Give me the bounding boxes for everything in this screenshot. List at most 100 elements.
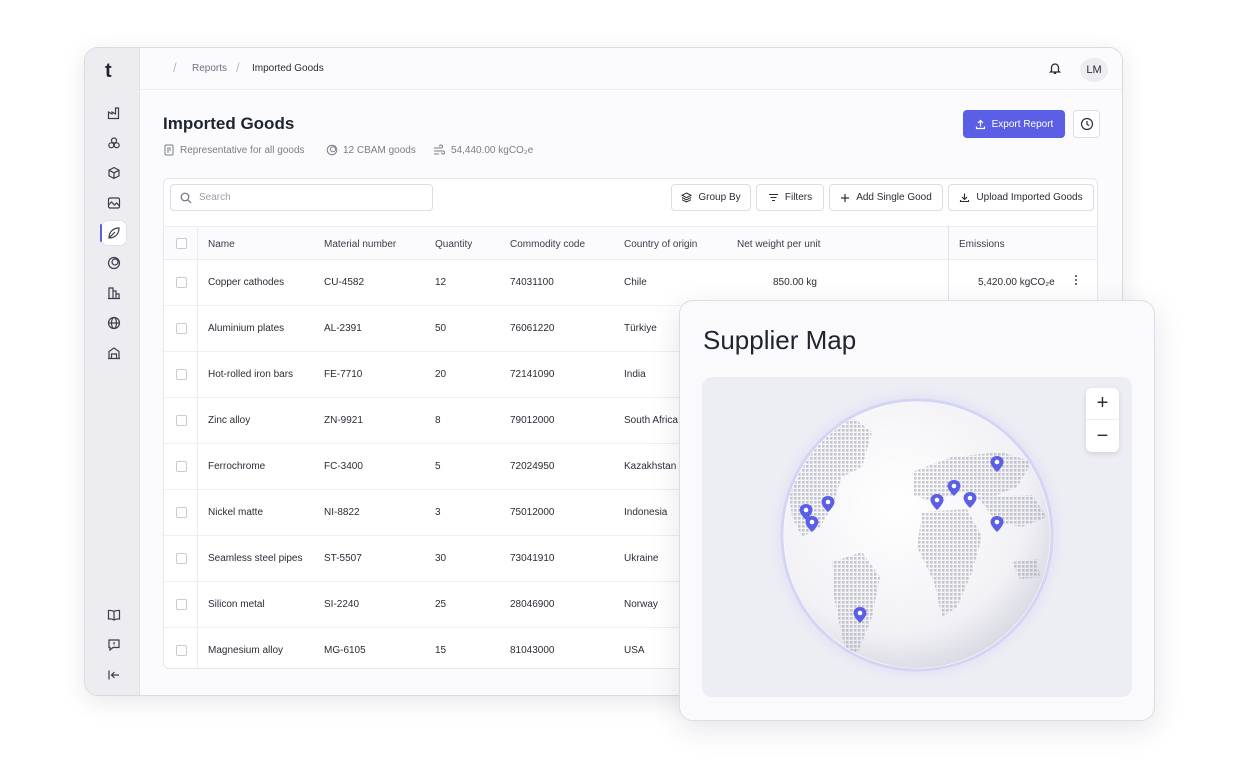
- row-checkbox[interactable]: [176, 323, 187, 334]
- cell-weight: 850.00 kg: [773, 277, 817, 288]
- breadcrumb-reports[interactable]: Reports: [192, 63, 227, 74]
- zoom-in-button[interactable]: +: [1086, 388, 1119, 420]
- export-report-button[interactable]: Export Report: [963, 110, 1065, 138]
- leaf-icon[interactable]: [100, 221, 126, 245]
- cell-commodity: 28046900: [510, 599, 555, 610]
- row-checkbox[interactable]: [176, 553, 187, 564]
- cell-material: ZN-9921: [324, 415, 363, 426]
- cell-name: Silicon metal: [208, 599, 265, 610]
- cell-country: Norway: [624, 599, 658, 610]
- search-placeholder: Search: [199, 192, 231, 203]
- cell-material: FE-7710: [324, 369, 363, 380]
- cell-country: USA: [624, 645, 645, 656]
- feedback-icon[interactable]: [102, 633, 126, 657]
- header-quantity[interactable]: Quantity: [435, 239, 472, 250]
- more-icon[interactable]: [1074, 274, 1078, 289]
- supplier-map[interactable]: + −: [702, 377, 1132, 697]
- cell-name: Copper cathodes: [208, 277, 285, 288]
- cycle-icon: [326, 144, 338, 156]
- row-checkbox[interactable]: [176, 507, 187, 518]
- header-emissions[interactable]: Emissions: [959, 239, 1005, 250]
- cell-name: Magnesium alloy: [208, 645, 284, 656]
- breadcrumb-separator: /: [173, 60, 177, 75]
- globe-icon[interactable]: [102, 311, 126, 335]
- row-checkbox[interactable]: [176, 277, 187, 288]
- cell-name: Aluminium plates: [208, 323, 285, 334]
- cell-quantity: 25: [435, 599, 447, 610]
- meta-goods: 12 CBAM goods: [326, 144, 416, 156]
- header-name[interactable]: Name: [208, 239, 235, 250]
- circles-icon[interactable]: [102, 131, 126, 155]
- cell-commodity: 72024950: [510, 461, 555, 472]
- cell-country: Chile: [624, 277, 647, 288]
- cell-country: India: [624, 369, 646, 380]
- buildings-icon[interactable]: [102, 281, 126, 305]
- cell-quantity: 15: [435, 645, 447, 656]
- select-all-checkbox[interactable]: [176, 238, 187, 249]
- book-icon[interactable]: [102, 603, 126, 627]
- zoom-control: + −: [1086, 388, 1119, 452]
- row-checkbox[interactable]: [176, 461, 187, 472]
- export-report-label: Export Report: [991, 118, 1054, 130]
- meta-scope-label: Representative for all goods: [180, 144, 305, 156]
- search-icon: [180, 192, 192, 203]
- clock-icon: [1080, 117, 1093, 131]
- cell-material: SI-2240: [324, 599, 360, 610]
- cell-commodity: 72141090: [510, 369, 555, 380]
- warehouse-icon[interactable]: [102, 341, 126, 365]
- plus-icon: [841, 193, 850, 202]
- cell-commodity: 75012000: [510, 507, 555, 518]
- bell-icon[interactable]: [1048, 61, 1062, 80]
- meta-goods-label: 12 CBAM goods: [343, 144, 416, 156]
- row-checkbox[interactable]: [176, 645, 187, 656]
- history-button[interactable]: [1073, 110, 1100, 138]
- breadcrumb-separator: /: [236, 60, 240, 75]
- cell-name: Hot-rolled iron bars: [208, 369, 294, 380]
- table-header: Name Material number Quantity Commodity …: [164, 226, 1097, 260]
- filter-icon: [768, 193, 778, 202]
- search-input[interactable]: Search: [170, 184, 433, 211]
- header-weight[interactable]: Net weight per unit: [737, 239, 820, 250]
- cell-material: ST-5507: [324, 553, 362, 564]
- collapse-icon[interactable]: [102, 663, 126, 687]
- cycle-icon[interactable]: [102, 251, 126, 275]
- document-icon: [164, 144, 174, 156]
- cell-commodity: 76061220: [510, 323, 555, 334]
- cell-name: Zinc alloy: [208, 415, 251, 426]
- factory-icon[interactable]: [102, 101, 126, 125]
- cell-commodity: 81043000: [510, 645, 555, 656]
- cell-country: Kazakhstan: [624, 461, 677, 472]
- globe-map: [765, 383, 1069, 687]
- add-single-good-button[interactable]: Add Single Good: [829, 184, 943, 211]
- app-logo[interactable]: t: [105, 60, 112, 83]
- cell-name: Nickel matte: [208, 507, 264, 518]
- header-country[interactable]: Country of origin: [624, 239, 697, 250]
- sidebar: t: [85, 48, 140, 695]
- row-checkbox[interactable]: [176, 599, 187, 610]
- cube-icon[interactable]: [102, 161, 126, 185]
- header-commodity[interactable]: Commodity code: [510, 239, 585, 250]
- cell-country: South Africa: [624, 415, 678, 426]
- header-material[interactable]: Material number: [324, 239, 396, 250]
- download-icon: [960, 193, 970, 203]
- row-checkbox[interactable]: [176, 369, 187, 380]
- add-single-good-label: Add Single Good: [856, 192, 932, 203]
- group-by-button[interactable]: Group By: [671, 184, 751, 211]
- cell-quantity: 30: [435, 553, 447, 564]
- row-checkbox[interactable]: [176, 415, 187, 426]
- image-icon[interactable]: [102, 191, 126, 215]
- avatar[interactable]: LM: [1080, 58, 1108, 82]
- zoom-out-button[interactable]: −: [1086, 420, 1119, 452]
- upload-imported-goods-button[interactable]: Upload Imported Goods: [948, 184, 1094, 211]
- layers-icon: [681, 192, 693, 203]
- filters-button[interactable]: Filters: [756, 184, 824, 211]
- cell-commodity: 73041910: [510, 553, 555, 564]
- cell-commodity: 79012000: [510, 415, 555, 426]
- cell-quantity: 20: [435, 369, 447, 380]
- group-by-label: Group By: [698, 192, 741, 203]
- cell-material: CU-4582: [324, 277, 365, 288]
- supplier-map-card: Supplier Map + −: [679, 300, 1155, 721]
- cell-material: NI-8822: [324, 507, 360, 518]
- meta-emissions: 54,440.00 kgCO₂e: [433, 144, 533, 156]
- cell-country: Türkiye: [624, 323, 657, 334]
